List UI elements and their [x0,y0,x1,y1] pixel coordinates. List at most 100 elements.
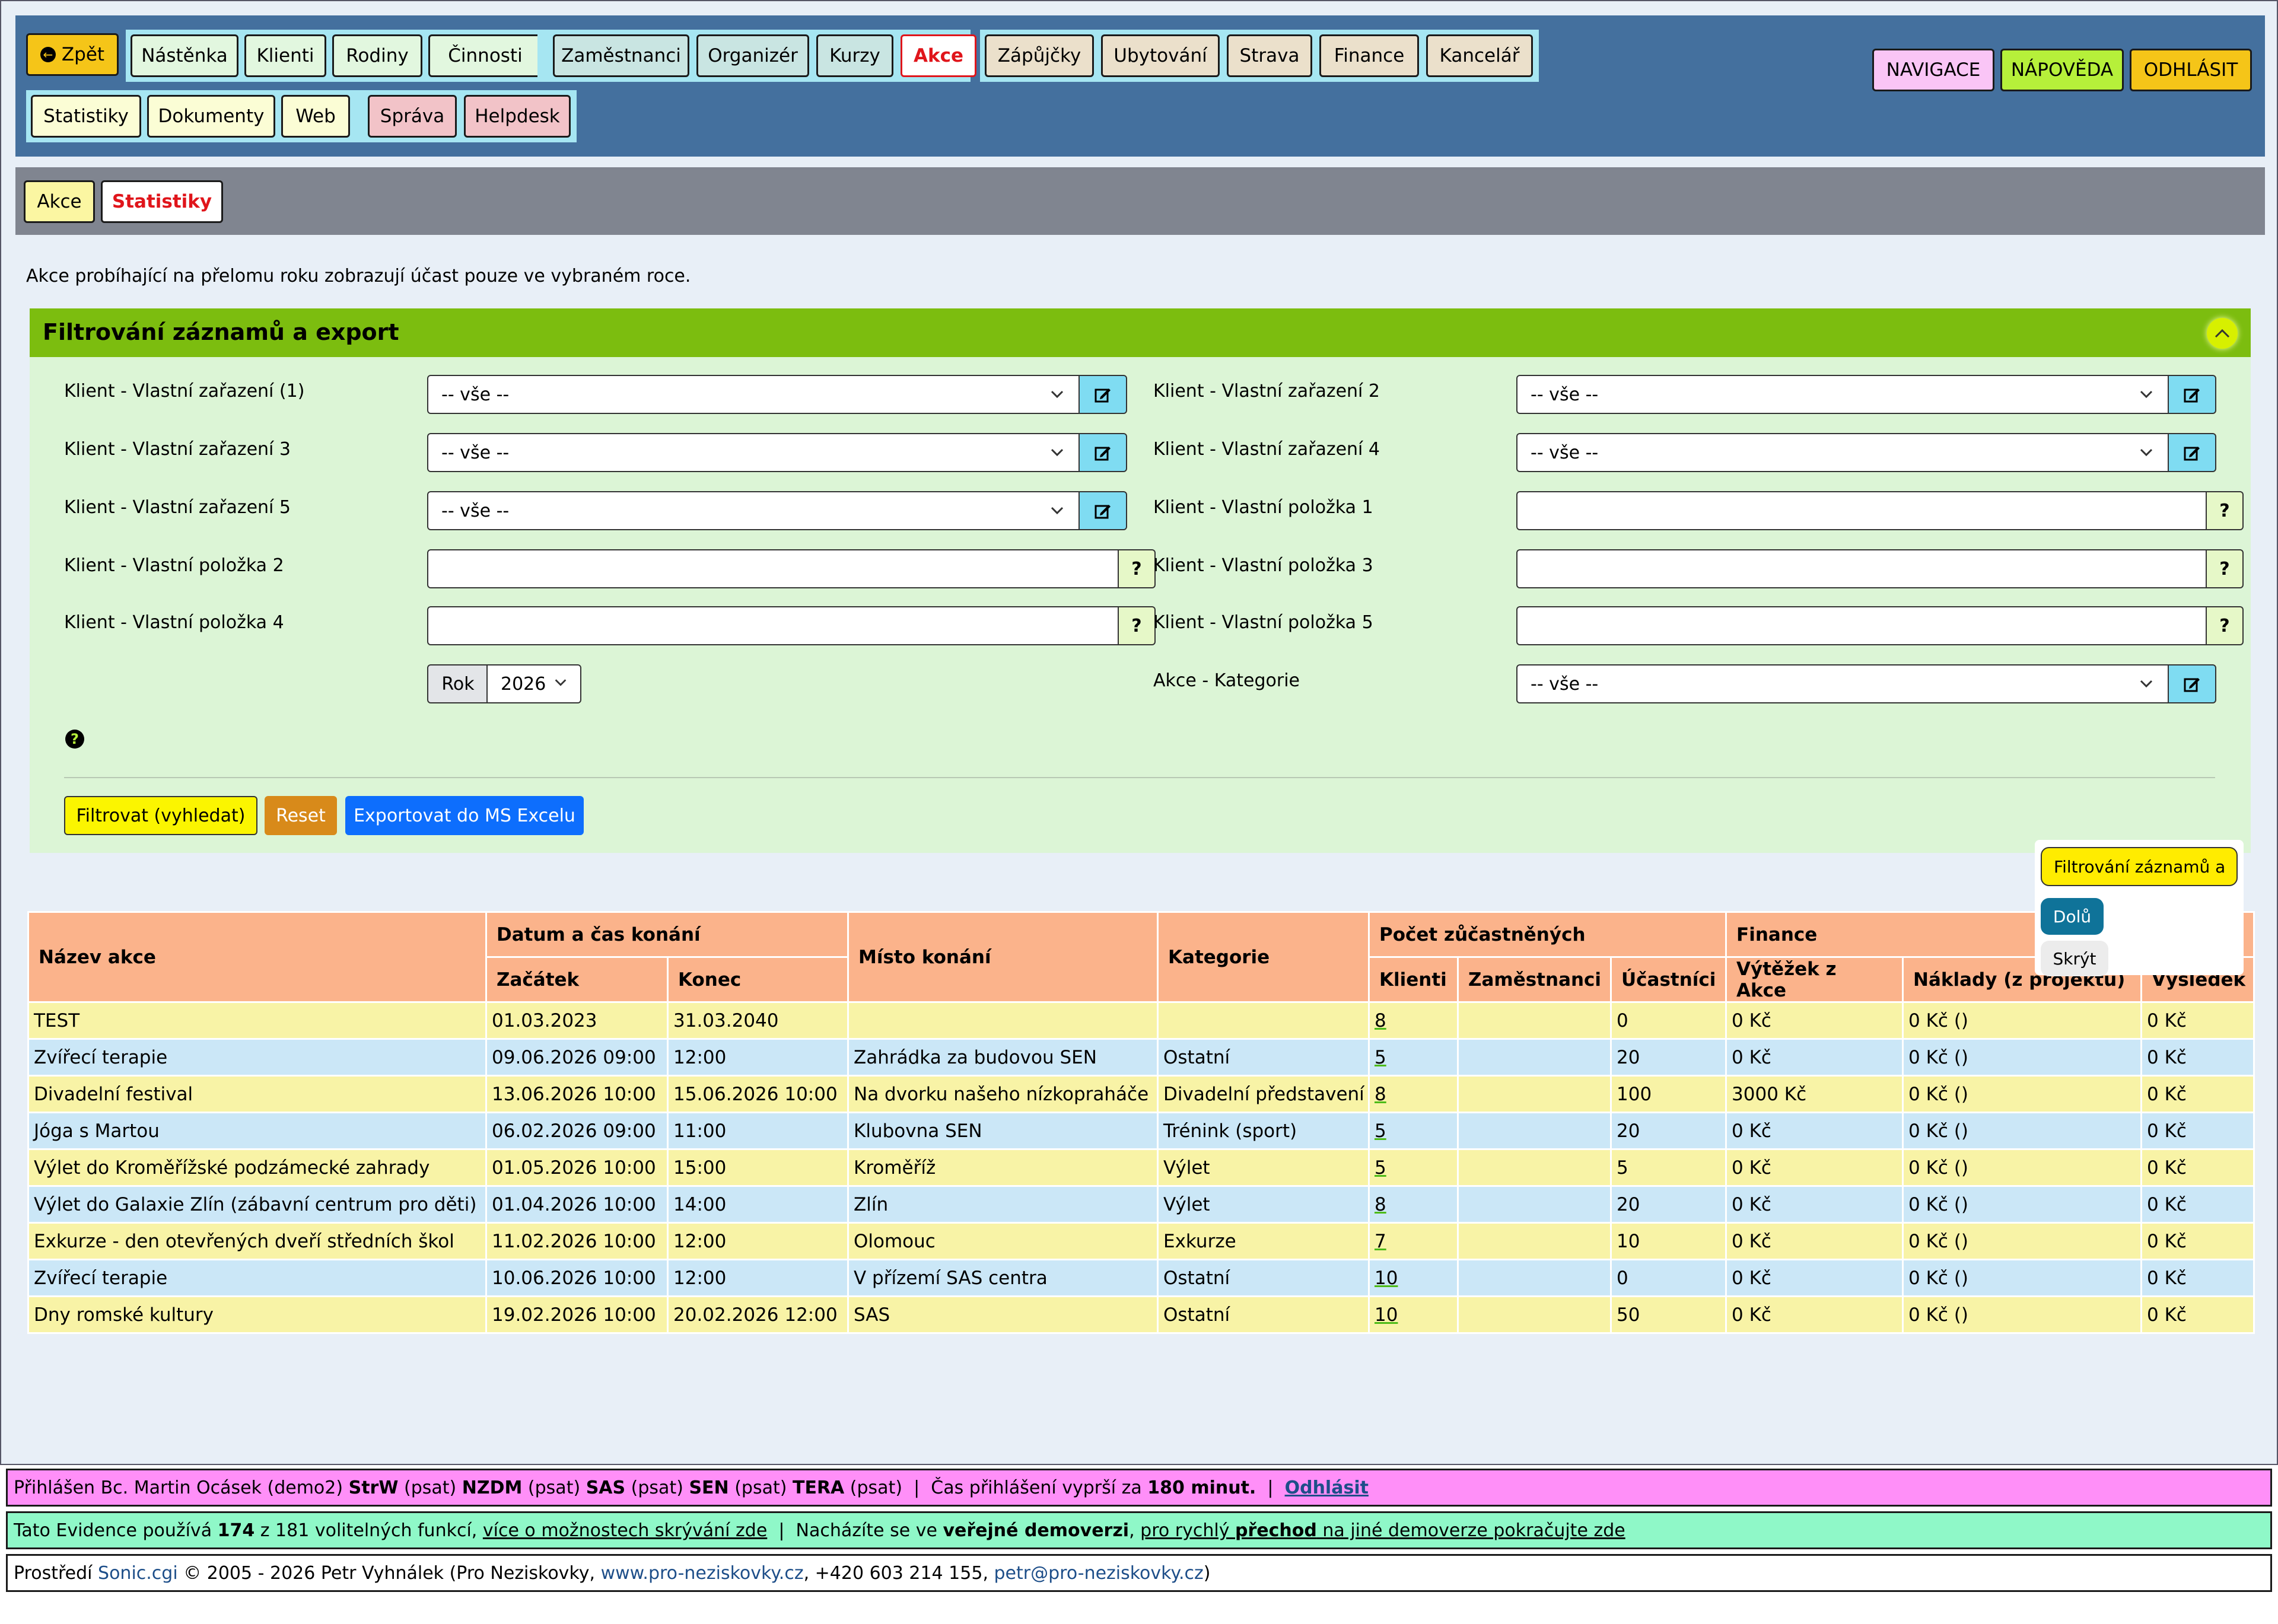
filter-panel-header[interactable]: Filtrování záznamů a export [30,308,2251,357]
cell-name: Zvířecí terapie [27,1259,487,1297]
cell-start: 01.03.2023 [485,1001,669,1040]
select-category[interactable]: -- vše -- [1516,664,2169,703]
footer-logout-link[interactable]: Odhlásit [1285,1477,1369,1498]
cell-category: Exkurze [1157,1222,1370,1260]
input-vp5[interactable] [1516,606,2207,645]
session-text: | Čas přihlášení vyprší za [908,1477,1148,1498]
cell-revenue: 0 Kč [1725,1222,1904,1260]
nav-loans[interactable]: Zápůjčky [985,34,1094,77]
edit-icon[interactable] [2168,433,2216,472]
year-select-value: 2026 [501,673,546,695]
nav-clients[interactable]: Klienti [244,34,326,77]
clients-count-link[interactable]: 5 [1375,1120,1386,1142]
nav-families[interactable]: Rodiny [332,34,422,77]
edit-icon[interactable] [1078,433,1127,472]
clients-count-link[interactable]: 10 [1375,1268,1398,1289]
back-button[interactable]: ← Zpět [26,33,119,76]
edit-icon[interactable] [1078,491,1127,530]
cell-costs: 0 Kč () [1902,1222,2143,1260]
nav-office[interactable]: Kancelář [1426,34,1533,77]
email-link[interactable]: petr@pro-neziskovky.cz [994,1563,1204,1584]
nav-accommodation[interactable]: Ubytování [1101,34,1220,77]
input-vp3[interactable] [1516,549,2207,588]
question-icon[interactable]: ? [2206,491,2244,530]
clients-count-link[interactable]: 8 [1375,1084,1386,1105]
subnav-statistics[interactable]: Statistiky [101,180,223,223]
field-label-category: Akce - Kategorie [1153,670,1300,691]
cell-start: 06.02.2026 09:00 [485,1112,669,1150]
cell-costs: 0 Kč () [1902,1259,2143,1297]
nav-web[interactable]: Web [281,95,350,138]
question-icon[interactable]: ? [2206,606,2244,645]
website-link[interactable]: www.pro-neziskovky.cz [601,1563,804,1584]
cell-costs: 0 Kč () [1902,1038,2143,1077]
select-vz2[interactable]: -- vše -- [1516,375,2169,414]
cell-category [1157,1001,1370,1040]
other-demo-link[interactable]: pro rychlý přechod na jiné demoverze pok… [1140,1520,1625,1541]
year-select[interactable]: 2026 [486,664,581,703]
app-link[interactable]: Sonic.cgi [98,1563,178,1584]
nav-documents[interactable]: Dokumenty [147,95,275,138]
nav-finance[interactable]: Finance [1319,34,1419,77]
nav-employees[interactable]: Zaměstnanci [553,34,689,77]
edit-icon[interactable] [2168,375,2216,414]
cell-start: 13.06.2026 10:00 [485,1075,669,1113]
nav-meals[interactable]: Strava [1227,34,1312,77]
export-excel-button[interactable]: Exportovat do MS Excelu [345,796,584,835]
navigation-button[interactable]: NAVIGACE [1872,49,1994,91]
scroll-down-button[interactable]: Dolů [2041,898,2104,935]
logout-button[interactable]: ODHLÁSIT [2130,49,2252,91]
filter-button[interactable]: Filtrovat (vyhledat) [64,796,257,835]
cell-name: Dny romské kultury [27,1295,487,1334]
table-row: Jóga s Martou 06.02.2026 09:00 11:00 Klubov… [27,1112,2255,1150]
table-row: Exkurze - den otevřených dveří středních… [27,1222,2255,1260]
cell-staff [1457,1001,1612,1040]
clients-count-link[interactable]: 5 [1375,1157,1386,1179]
nav-events[interactable]: Akce [901,34,976,77]
cell-staff [1457,1295,1612,1334]
copyright-text: , +420 603 214 155, [803,1562,994,1584]
question-icon[interactable]: ? [2206,549,2244,588]
clients-count-link[interactable]: 8 [1375,1194,1386,1215]
cell-attendees: 5 [1609,1148,1727,1187]
clients-count-link[interactable]: 10 [1375,1304,1398,1326]
hide-button[interactable]: Skrýt [2041,941,2108,976]
reset-button[interactable]: Reset [265,796,337,835]
nav-dashboard[interactable]: Nástěnka [131,34,238,77]
question-icon[interactable]: ? [1118,549,1156,588]
edit-icon[interactable] [1078,375,1127,414]
nav-statistics[interactable]: Statistiky [31,95,141,138]
clients-count-link[interactable]: 8 [1375,1010,1386,1031]
col-name: Název akce [27,911,487,1003]
clients-count-link[interactable]: 7 [1375,1231,1386,1252]
input-vp1[interactable] [1516,491,2207,530]
question-icon[interactable]: ? [1118,606,1156,645]
subnav-events[interactable]: Akce [24,180,95,223]
separator: | [1256,1477,1285,1498]
chevron-up-icon[interactable] [2207,318,2238,349]
clients-count-link[interactable]: 5 [1375,1047,1386,1068]
popup-filter-shortcut[interactable]: Filtrování záznamů a [2041,847,2238,886]
features-hiding-link[interactable]: více o možnostech skrývání zde [483,1520,767,1541]
nav-activities[interactable]: Činnosti [428,34,542,77]
cell-attendees: 20 [1609,1185,1727,1224]
select-vz1[interactable]: -- vše -- [427,375,1080,414]
nav-courses[interactable]: Kurzy [816,34,893,77]
cell-end: 15:00 [667,1148,849,1187]
nav-organizer[interactable]: Organizér [696,34,809,77]
select-vz2-value: -- vše -- [1531,384,1599,405]
cell-staff [1457,1259,1612,1297]
cell-attendees: 10 [1609,1222,1727,1260]
select-vz4[interactable]: -- vše -- [1516,433,2169,472]
help-circle-icon[interactable]: ? [64,728,85,754]
cell-place: Olomouc [847,1222,1159,1260]
select-vz3[interactable]: -- vše -- [427,433,1080,472]
input-vp2[interactable] [427,549,1119,588]
nav-helpdesk[interactable]: Helpdesk [464,95,571,138]
input-vp4[interactable] [427,606,1119,645]
help-button[interactable]: NÁPOVĚDA [2000,49,2124,91]
cell-clients: 5 [1368,1038,1459,1077]
select-vz5[interactable]: -- vše -- [427,491,1080,530]
nav-admin[interactable]: Správa [368,95,457,138]
edit-icon[interactable] [2168,664,2216,703]
